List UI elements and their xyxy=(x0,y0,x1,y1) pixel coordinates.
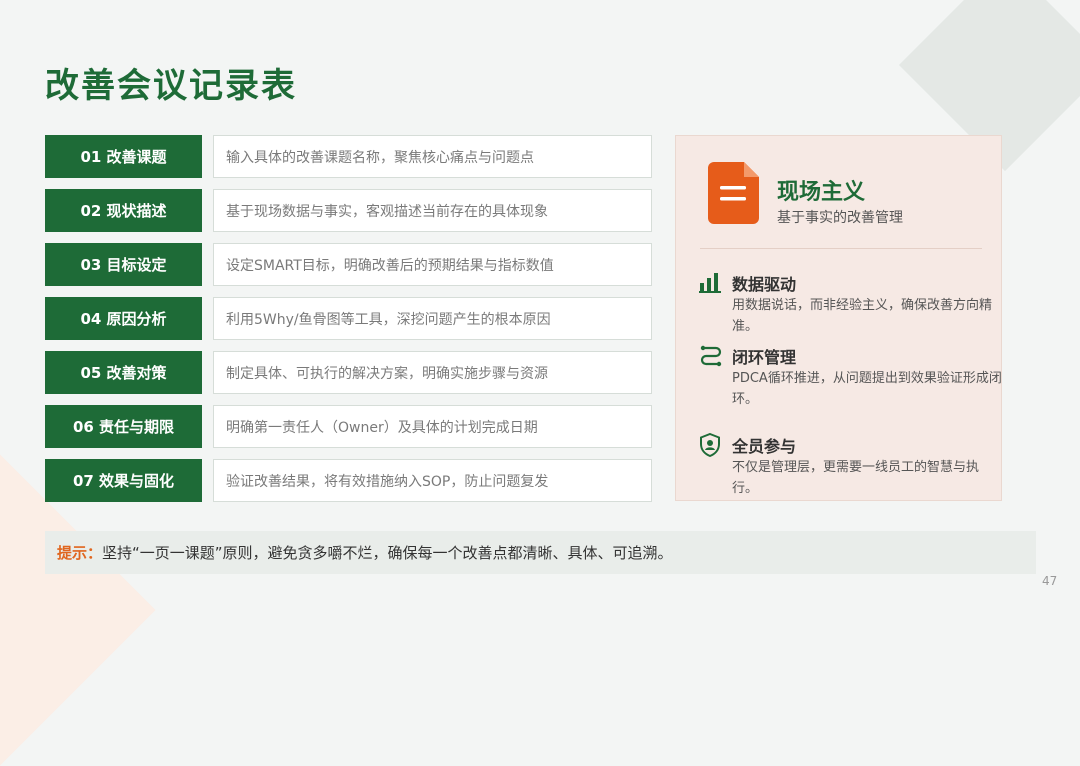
row-label: 02 现状描述 xyxy=(45,189,202,232)
row-input-field[interactable]: 利用5Why/鱼骨图等工具，深挖问题产生的根本原因 xyxy=(213,297,652,340)
document-icon xyxy=(708,162,759,224)
feature-description: PDCA循环推进，从问题提出到效果验证形成闭环。 xyxy=(732,371,1002,407)
loop-icon xyxy=(700,345,722,367)
panel-title: 现场主义 xyxy=(777,180,866,205)
row-input-field[interactable]: 验证改善结果，将有效措施纳入SOP，防止问题复发 xyxy=(213,459,652,502)
panel-divider xyxy=(700,248,982,249)
row-label: 03 目标设定 xyxy=(45,243,202,286)
row-label: 01 改善课题 xyxy=(45,135,202,178)
row-input-field[interactable]: 明确第一责任人（Owner）及具体的计划完成日期 xyxy=(213,405,652,448)
feature-title: 全员参与 xyxy=(732,437,797,456)
row-label: 05 改善对策 xyxy=(45,351,202,394)
tip-label: 提示： xyxy=(57,544,103,562)
tip-bar: 提示： 坚持“一页一课题”原则，避免贪多嚼不烂，确保每一个改善点都清晰、具体、可… xyxy=(45,531,1036,574)
row-label: 07 效果与固化 xyxy=(45,459,202,502)
row-label: 06 责任与期限 xyxy=(45,405,202,448)
feature-description: 不仅是管理层，更需要一线员工的智慧与执行。 xyxy=(732,460,980,496)
feature-description: 用数据说话，而非经验主义，确保改善方向精准。 xyxy=(732,298,993,334)
feature-title: 数据驱动 xyxy=(732,275,797,294)
row-input-field[interactable]: 基于现场数据与事实，客观描述当前存在的具体现象 xyxy=(213,189,652,232)
shield-user-icon xyxy=(700,433,720,457)
page-number: 47 xyxy=(1042,574,1058,588)
feature-title: 闭环管理 xyxy=(732,348,797,367)
tip-text: 坚持“一页一课题”原则，避免贪多嚼不烂，确保每一个改善点都清晰、具体、可追溯。 xyxy=(102,544,673,562)
row-input-field[interactable]: 制定具体、可执行的解决方案，明确实施步骤与资源 xyxy=(213,351,652,394)
row-input-field[interactable]: 设定SMART目标，明确改善后的预期结果与指标数值 xyxy=(213,243,652,286)
principle-panel: 现场主义 基于事实的改善管理 数据驱动 用数据说话，而非经验主义，确保改善方向精… xyxy=(675,135,1002,501)
row-label: 04 原因分析 xyxy=(45,297,202,340)
bar-chart-icon xyxy=(699,273,721,293)
page-title: 改善会议记录表 xyxy=(45,66,297,106)
row-input-field[interactable]: 输入具体的改善课题名称，聚焦核心痛点与问题点 xyxy=(213,135,652,178)
panel-subtitle: 基于事实的改善管理 xyxy=(777,210,903,226)
